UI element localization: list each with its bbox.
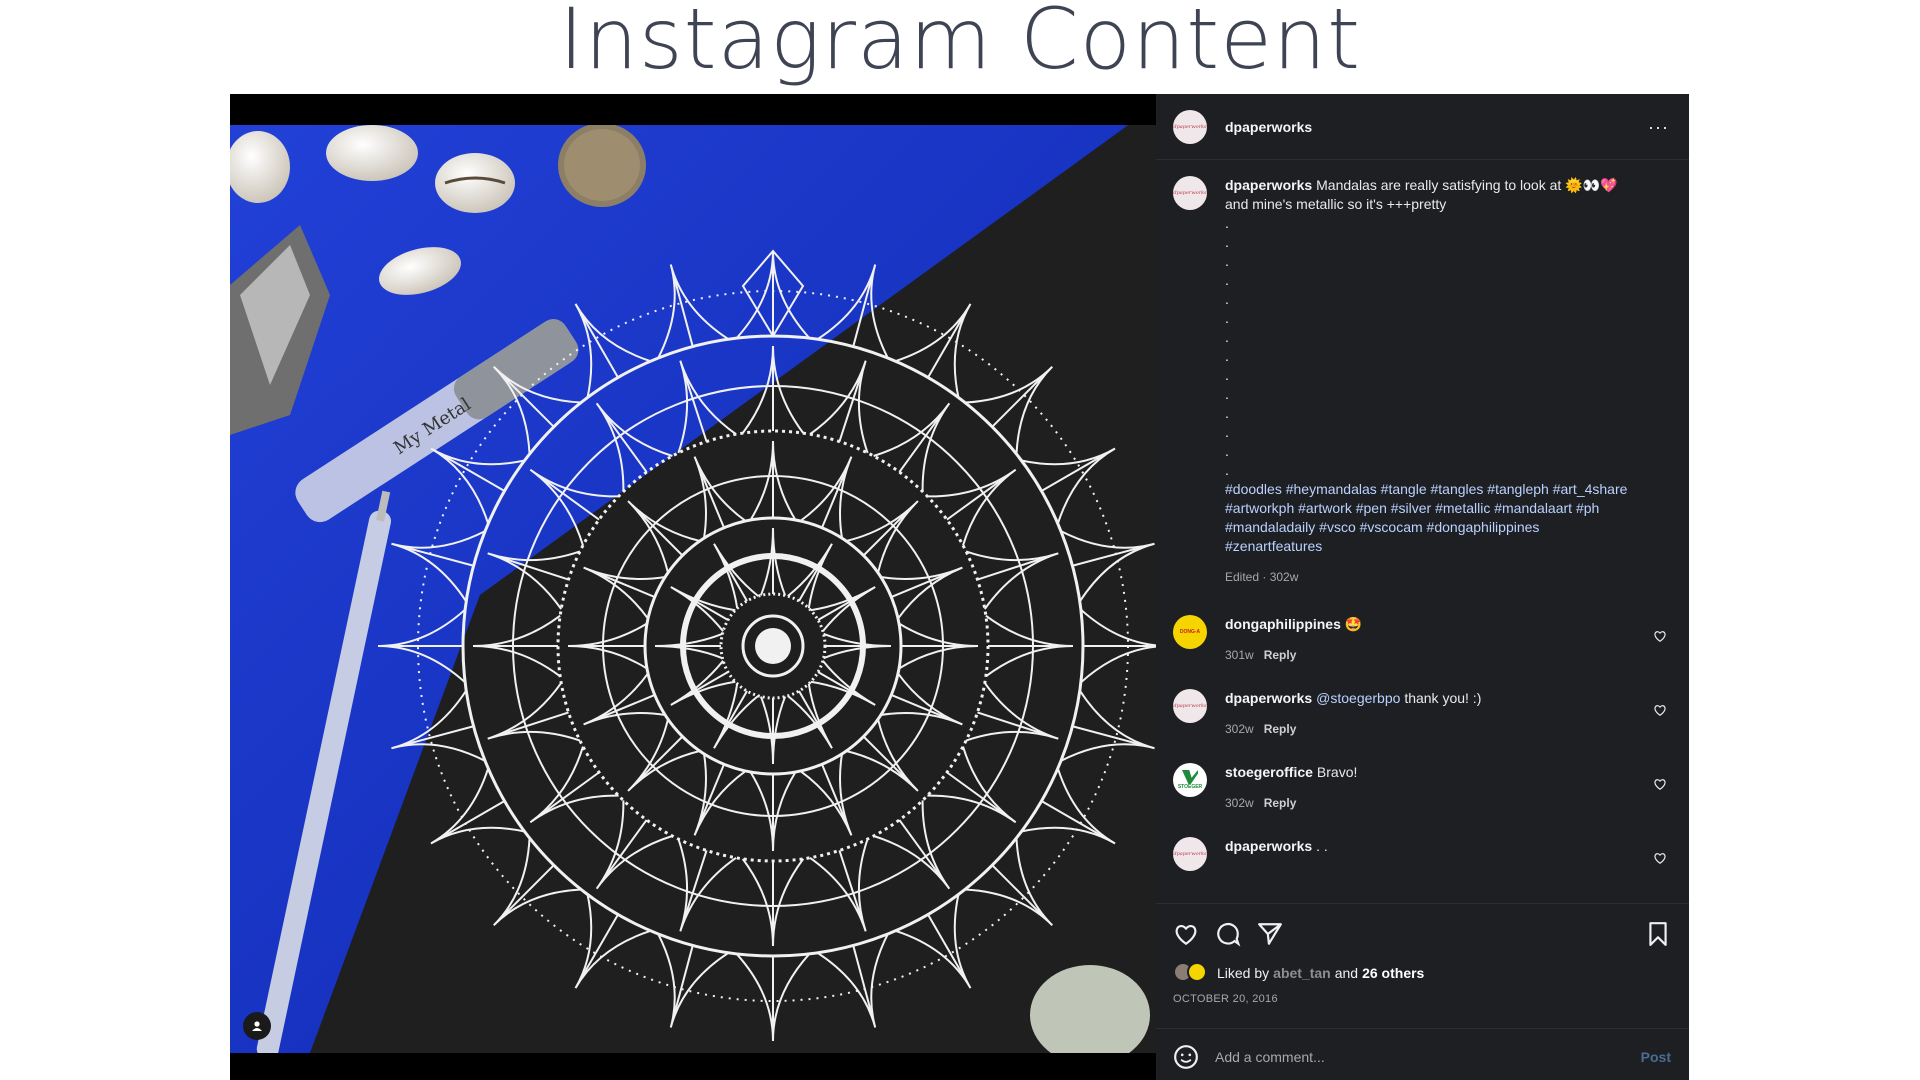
comment-item: DONG-A dongaphilippines 🤩 301w Reply (1173, 615, 1669, 665)
heart-icon[interactable] (1653, 777, 1667, 791)
post-actions: Liked by abet_tan and 26 others OCTOBER … (1156, 903, 1689, 1028)
reply-button[interactable]: Reply (1264, 796, 1297, 810)
post-photo[interactable]: My Metal (230, 94, 1156, 1080)
bookmark-icon[interactable] (1645, 921, 1671, 947)
comment-text: 🤩 (1344, 616, 1363, 632)
post-side-panel: dpaperworks dpaperworks ··· dpaperworks … (1156, 94, 1689, 1080)
comment-time: 302w (1225, 796, 1254, 810)
comment-username[interactable]: stoegeroffice (1225, 764, 1313, 780)
likes-conj: and (1334, 965, 1359, 981)
comment-time: 302w (1225, 722, 1254, 736)
comment-text: . . (1316, 838, 1328, 854)
comment-input[interactable] (1215, 1048, 1641, 1065)
add-comment-bar: Post (1156, 1028, 1689, 1080)
comment-text: thank you! :) (1404, 690, 1482, 706)
comment-item: dpaperworks dpaperworks @stoegerbpo thank… (1173, 689, 1669, 739)
avatar-logo: dpaperworks (1173, 851, 1207, 857)
avatar-logo: STOEGER (1177, 784, 1203, 790)
comment-icon[interactable] (1215, 921, 1241, 947)
avatar-logo: DONG-A (1179, 629, 1201, 635)
liker-username[interactable]: abet_tan (1273, 965, 1331, 981)
avatar (1187, 962, 1207, 982)
comment-mention[interactable]: @stoegerbpo (1316, 690, 1400, 706)
comment-username[interactable]: dpaperworks (1225, 690, 1312, 706)
mandala-photo: My Metal (230, 125, 1156, 1053)
reply-button[interactable]: Reply (1264, 648, 1297, 662)
caption-meta: Edited · 302w (1225, 570, 1299, 584)
send-icon[interactable] (1257, 921, 1283, 947)
instagram-post: My Metal dpaperworks dpaperworks ··· dpa… (230, 94, 1689, 1080)
liker-avatars (1173, 962, 1213, 984)
avatar-logo: dpaperworks (1173, 190, 1207, 196)
comment-username[interactable]: dongaphilippines (1225, 616, 1341, 632)
heart-icon[interactable] (1653, 629, 1667, 643)
slide-title: Instagram Content (558, 0, 1362, 88)
likes-summary: Liked by abet_tan and 26 others (1173, 962, 1671, 984)
caption-username[interactable]: dpaperworks (1225, 177, 1312, 193)
avatar[interactable]: DONG-A (1173, 615, 1207, 649)
likes-prefix: Liked by (1217, 965, 1270, 981)
avatar-logo: dpaperworks (1173, 123, 1207, 130)
avatar[interactable]: dpaperworks (1173, 176, 1207, 210)
emoji-icon[interactable] (1173, 1044, 1199, 1070)
caption: dpaperworks dpaperworks Mandalas are real… (1173, 176, 1669, 587)
caption-dots: . . . . . . . . . . . . . . (1225, 215, 1229, 478)
post-date: OCTOBER 20, 2016 (1173, 993, 1278, 1005)
avatar[interactable]: dpaperworks (1173, 689, 1207, 723)
stoeger-logo-mark (1182, 770, 1198, 784)
author-username[interactable]: dpaperworks (1225, 119, 1312, 135)
heart-icon[interactable] (1653, 851, 1667, 865)
comment-item: STOEGER stoegeroffice Bravo! 302w Reply (1173, 763, 1669, 813)
comment-item: dpaperworks dpaperworks . . (1173, 837, 1669, 871)
post-comment-button[interactable]: Post (1641, 1049, 1671, 1065)
avatar[interactable]: dpaperworks (1173, 837, 1207, 871)
likes-others[interactable]: 26 others (1362, 965, 1424, 981)
reply-button[interactable]: Reply (1264, 722, 1297, 736)
comments-list[interactable]: dpaperworks dpaperworks Mandalas are real… (1156, 160, 1689, 903)
comment-username[interactable]: dpaperworks (1225, 838, 1312, 854)
avatar[interactable]: STOEGER (1173, 763, 1207, 797)
post-header: dpaperworks dpaperworks ··· (1156, 94, 1689, 160)
heart-icon[interactable] (1173, 921, 1199, 947)
avatar[interactable]: dpaperworks (1173, 109, 1207, 144)
comment-text: Bravo! (1316, 764, 1358, 780)
heart-icon[interactable] (1653, 703, 1667, 717)
comment-time: 301w (1225, 648, 1254, 662)
more-icon[interactable]: ··· (1648, 118, 1669, 136)
caption-hashtags[interactable]: #doodles #heymandalas #tangle #tangles #… (1225, 480, 1635, 556)
user-tag-icon[interactable] (243, 1012, 271, 1040)
avatar-logo: dpaperworks (1173, 703, 1207, 709)
